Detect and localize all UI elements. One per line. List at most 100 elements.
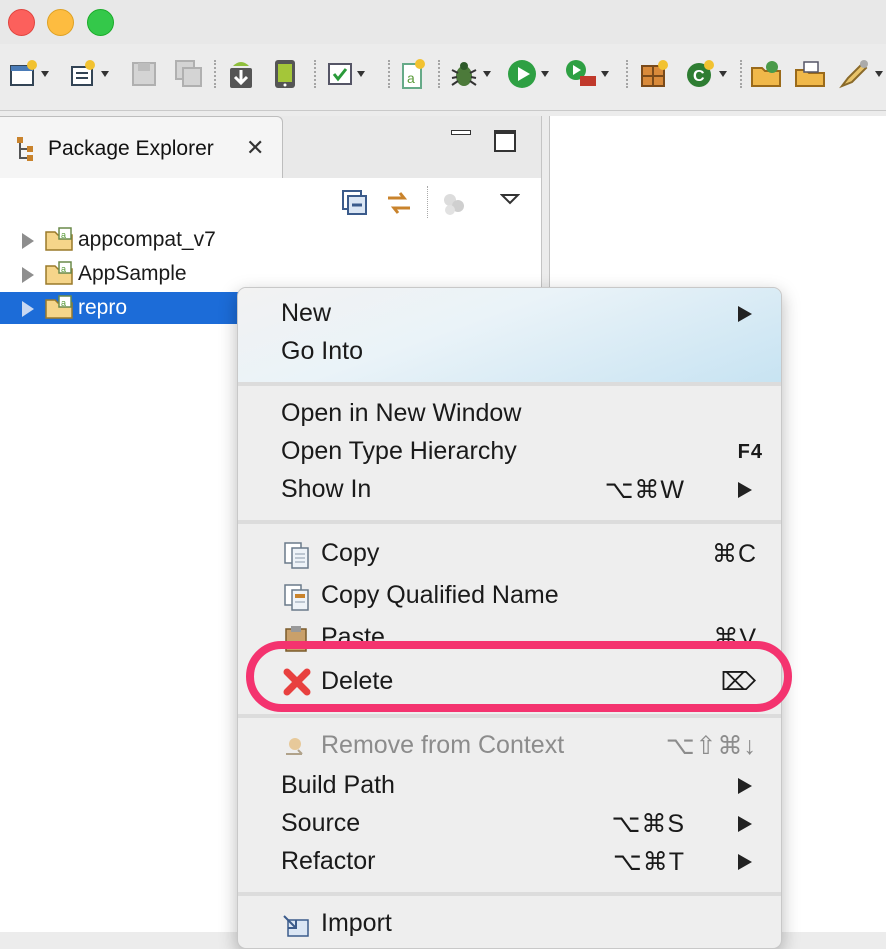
external-tools-button[interactable] xyxy=(564,58,609,90)
main-toolbar: a C xyxy=(0,44,886,111)
menu-item-copy-qualified-name[interactable]: Copy Qualified Name xyxy=(238,578,781,614)
menu-shortcut: ⌘C xyxy=(711,540,757,568)
sdk-manager-button[interactable] xyxy=(226,58,256,90)
expand-triangle-icon[interactable] xyxy=(22,301,34,317)
minimize-view-button[interactable] xyxy=(451,130,471,135)
debug-bug-icon xyxy=(451,62,477,86)
save-button[interactable] xyxy=(130,58,158,90)
android-project-folder-icon: a xyxy=(45,295,73,319)
menu-shortcut: ⌥⌘S xyxy=(611,810,685,838)
package-explorer-icon xyxy=(17,137,33,161)
refresh-icon: C xyxy=(687,60,714,87)
menu-item-go-into[interactable]: Go Into xyxy=(238,334,781,370)
run-button[interactable] xyxy=(506,58,549,90)
context-menu: New Go Into Open in New Window Open Type… xyxy=(237,287,782,949)
submenu-arrow-icon xyxy=(738,816,752,832)
svg-text:a: a xyxy=(61,264,66,274)
open-type-button[interactable] xyxy=(794,58,828,90)
menu-separator xyxy=(238,892,781,896)
new-android-file-button[interactable]: a xyxy=(398,58,428,90)
menu-item-label: Copy Qualified Name xyxy=(321,581,559,609)
menu-item-copy[interactable]: Copy ⌘C xyxy=(238,536,781,572)
tree-item-appsample[interactable]: a AppSample xyxy=(0,258,541,290)
menu-item-label: New xyxy=(281,299,332,327)
menu-item-label: Copy xyxy=(321,539,380,567)
collapse-all-icon[interactable] xyxy=(340,188,370,218)
menu-item-label: Open in New Window xyxy=(281,399,522,427)
pen-icon xyxy=(839,60,868,89)
expand-triangle-icon[interactable] xyxy=(22,233,34,249)
pen-tool-button[interactable] xyxy=(838,58,883,90)
android-sdk-download-icon xyxy=(230,62,252,88)
new-package-icon xyxy=(641,60,668,87)
menu-shortcut: F4 xyxy=(737,441,763,463)
import-icon xyxy=(283,915,309,937)
new-wizard-button[interactable] xyxy=(8,58,49,90)
new-class-button[interactable] xyxy=(68,58,109,90)
zoom-window-button[interactable] xyxy=(87,9,114,36)
menu-item-label: Import xyxy=(321,909,392,937)
svg-text:a: a xyxy=(61,230,66,240)
project-name: repro xyxy=(78,296,128,319)
link-with-editor-icon[interactable] xyxy=(384,188,414,218)
menu-item-new[interactable]: New xyxy=(238,296,781,332)
menu-item-label: Open Type Hierarchy xyxy=(281,437,517,465)
open-project-button[interactable] xyxy=(750,58,784,90)
refresh-button[interactable]: C xyxy=(684,58,727,90)
menu-item-remove-from-context[interactable]: Remove from Context ⌥⇧⌘↓ xyxy=(238,728,781,764)
focus-task-icon[interactable] xyxy=(440,190,470,220)
new-package-button[interactable] xyxy=(638,58,670,90)
menu-item-open-new-window[interactable]: Open in New Window xyxy=(238,396,781,432)
svg-text:a: a xyxy=(407,70,415,86)
view-tab-strip: Package Explorer ✕ xyxy=(0,116,541,179)
open-type-icon xyxy=(795,61,825,87)
save-all-icon xyxy=(175,60,202,87)
menu-item-source[interactable]: Source ⌥⌘S xyxy=(238,806,781,842)
submenu-arrow-icon xyxy=(738,854,752,870)
task-check-icon xyxy=(328,63,352,85)
save-all-button[interactable] xyxy=(174,58,204,90)
menu-item-build-path[interactable]: Build Path xyxy=(238,768,781,804)
minimize-window-button[interactable] xyxy=(47,9,74,36)
menu-item-refactor[interactable]: Refactor ⌥⌘T xyxy=(238,844,781,880)
avd-manager-button[interactable] xyxy=(270,58,300,90)
submenu-arrow-icon xyxy=(738,482,752,498)
close-window-button[interactable] xyxy=(8,9,35,36)
run-icon xyxy=(508,60,536,88)
new-android-file-icon: a xyxy=(402,59,425,89)
menu-item-open-type-hierarchy[interactable]: Open Type Hierarchy F4 xyxy=(238,434,781,470)
view-toolbar xyxy=(0,178,541,226)
menu-shortcut: ⌥⌘T xyxy=(612,848,685,876)
copy-icon xyxy=(284,542,309,569)
remove-from-context-icon xyxy=(286,738,303,755)
submenu-arrow-icon xyxy=(738,306,752,322)
menu-item-label: Remove from Context xyxy=(321,731,565,759)
new-wizard-icon xyxy=(10,60,37,86)
menu-item-import[interactable]: Import xyxy=(238,906,781,942)
menu-separator xyxy=(238,714,781,718)
close-tab-icon[interactable]: ✕ xyxy=(246,135,264,161)
view-menu-chevron-icon[interactable] xyxy=(500,192,520,206)
debug-button[interactable] xyxy=(448,58,491,90)
maximize-view-button[interactable] xyxy=(494,130,516,152)
svg-text:a: a xyxy=(61,298,66,308)
project-name: appcompat_v7 xyxy=(78,228,216,251)
new-class-icon xyxy=(71,60,95,86)
menu-item-label: Build Path xyxy=(281,771,395,799)
package-explorer-tab[interactable]: Package Explorer ✕ xyxy=(0,116,283,179)
menu-shortcut: ⌥⌘W xyxy=(604,476,685,504)
task-button[interactable] xyxy=(326,58,365,90)
expand-triangle-icon[interactable] xyxy=(22,267,34,283)
open-folder-icon xyxy=(751,61,781,87)
android-project-folder-icon: a xyxy=(45,261,73,285)
submenu-arrow-icon xyxy=(738,778,752,794)
svg-text:C: C xyxy=(693,68,705,85)
tree-item-appcompat[interactable]: a appcompat_v7 xyxy=(0,224,541,256)
menu-item-label: Refactor xyxy=(281,847,376,875)
menu-separator xyxy=(238,382,781,386)
menu-item-show-in[interactable]: Show In ⌥⌘W xyxy=(238,472,781,508)
delete-highlight-ring xyxy=(246,641,792,712)
android-project-folder-icon: a xyxy=(45,227,73,251)
menu-shortcut: ⌥⇧⌘↓ xyxy=(665,732,757,760)
package-explorer-title: Package Explorer xyxy=(48,137,214,160)
